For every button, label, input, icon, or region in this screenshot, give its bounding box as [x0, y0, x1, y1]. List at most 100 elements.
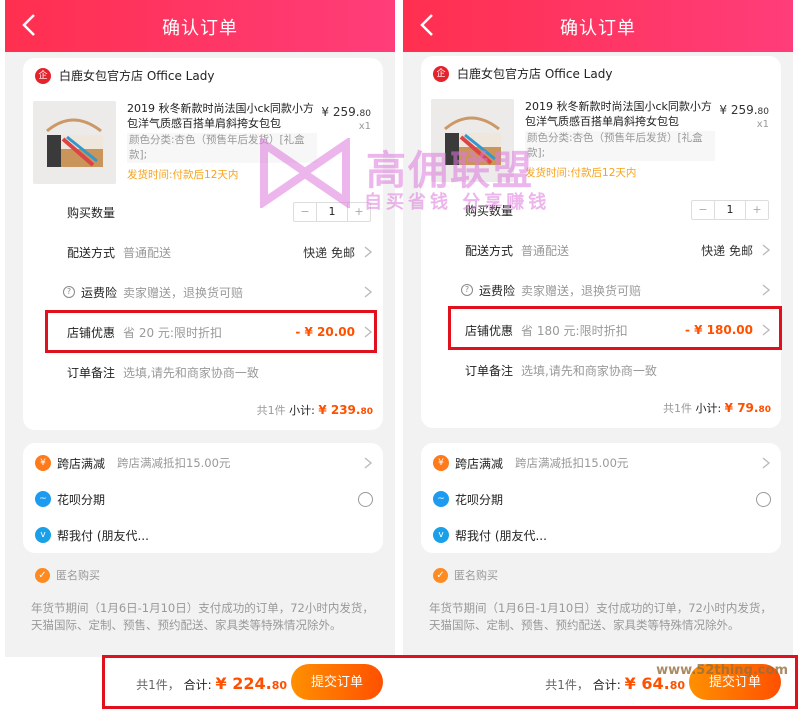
chevron-right-icon	[761, 283, 771, 297]
chevron-right-icon	[363, 456, 373, 470]
remark-input[interactable]: 选填,请先和商家协商一致	[123, 364, 259, 381]
total-count: 共1件，	[545, 678, 589, 692]
product-item[interactable]: 2019 秋冬新款时尚法国小ck同款小方包洋气质感百搭单肩斜挎女包包 颜色分类:…	[431, 99, 771, 182]
shipping-insurance-row[interactable]: ? 运费险 卖家赠送，退换货可赔	[23, 272, 383, 312]
huabei-row[interactable]: ~ 花呗分期	[23, 481, 383, 517]
tmall-shop-icon: 企	[433, 65, 449, 82]
huabei-radio[interactable]	[756, 491, 771, 507]
anonymous-purchase[interactable]: ✓ 匿名购买	[433, 567, 498, 583]
friend-pay-row[interactable]: v 帮我付 (朋友代...	[421, 517, 781, 553]
cross-store-label: 跨店满减	[455, 456, 504, 471]
remark-label: 订单备注	[465, 363, 514, 378]
total-amount: ¥ 224.80	[215, 674, 288, 693]
checkmark-icon[interactable]: ✓	[433, 567, 448, 583]
question-icon[interactable]: ?	[461, 284, 473, 296]
increase-button[interactable]: +	[348, 203, 370, 221]
quantity-label: 购买数量	[67, 205, 116, 220]
quantity-stepper[interactable]: − 1 +	[691, 200, 769, 220]
store-discount-amount: - ¥ 180.00	[685, 323, 753, 337]
total-label: 合计:	[183, 678, 212, 692]
huabei-label: 花呗分期	[57, 492, 106, 507]
cross-store-desc: 跨店满减抵扣15.00元	[117, 456, 231, 470]
delivery-label: 配送方式	[465, 243, 514, 258]
page-title: 确认订单	[560, 18, 636, 39]
product-image	[33, 101, 116, 184]
store-discount-amount: - ¥ 20.00	[295, 325, 355, 339]
quantity-value[interactable]: 1	[316, 203, 348, 221]
tmall-shop-icon: 企	[35, 67, 51, 84]
huabei-row[interactable]: ~ 花呗分期	[421, 481, 781, 517]
bottom-bar-right: 共1件， 合计: ¥ 64.80 提交订单	[403, 657, 793, 711]
subtotal: 共1件 小计: ¥ 79.80	[663, 400, 771, 416]
huabei-label: 花呗分期	[455, 492, 504, 507]
insurance-value: 卖家赠送，退换货可赔	[123, 285, 244, 300]
store-discount-row[interactable]: 店铺优惠 省 20 元:限时折扣 - ¥ 20.00	[23, 312, 383, 352]
store-discount-row[interactable]: 店铺优惠 省 180 元:限时折扣 - ¥ 180.00	[421, 310, 781, 350]
store-discount-label: 店铺优惠	[465, 323, 514, 338]
checkmark-icon[interactable]: ✓	[35, 567, 50, 583]
product-image	[431, 99, 514, 182]
huabei-icon: ~	[35, 491, 51, 507]
shop-header[interactable]: 企 白鹿女包官方店 Office Lady	[433, 65, 612, 82]
order-screen-left: 确认订单 企 白鹿女包官方店 Office Lady 2019 秋冬新款时尚法国…	[5, 0, 395, 711]
shipping-notice: 年货节期间（1月6日-1月10日）支付成功的订单，72小时内发货，天猫国际、定制…	[429, 601, 772, 632]
submit-order-button[interactable]: 提交订单	[291, 664, 383, 700]
cross-store-discount-row[interactable]: ¥ 跨店满减 跨店满减抵扣15.00元	[421, 445, 781, 481]
ship-time: 发货时间:付款后12天内	[525, 167, 637, 179]
payment-options-card: ¥ 跨店满减 跨店满减抵扣15.00元 ~ 花呗分期 v 帮我付 (朋友代...	[23, 443, 383, 553]
product-title: 2019 秋冬新款时尚法国小ck同款小方包洋气质感百搭单肩斜挎女包包	[127, 102, 314, 130]
cross-store-discount-row[interactable]: ¥ 跨店满减 跨店满减抵扣15.00元	[23, 445, 383, 481]
delivery-row[interactable]: 配送方式 普通配送 快递 免邮	[421, 230, 781, 270]
shop-name: 白鹿女包官方店 Office Lady	[59, 69, 215, 83]
header: 确认订单	[403, 0, 793, 52]
page-title: 确认订单	[162, 18, 238, 39]
decrease-button[interactable]: −	[294, 203, 316, 221]
insurance-label: 运费险	[479, 283, 516, 298]
friend-pay-row[interactable]: v 帮我付 (朋友代...	[23, 517, 383, 553]
product-qty: x1	[358, 121, 371, 132]
chevron-right-icon	[761, 323, 771, 337]
cross-store-desc: 跨店满减抵扣15.00元	[515, 456, 629, 470]
shop-order-card: 企 白鹿女包官方店 Office Lady 2019 秋冬新款时尚法国小ck同款…	[23, 58, 383, 430]
friend-pay-label: 帮我付 (朋友代...	[57, 528, 149, 543]
shipping-insurance-row[interactable]: ? 运费险 卖家赠送，退换货可赔	[421, 270, 781, 310]
order-screen-right: 确认订单 企 白鹿女包官方店 Office Lady 2019 秋冬新款时尚法国…	[403, 0, 793, 711]
total-count: 共1件，	[136, 678, 180, 692]
delivery-row[interactable]: 配送方式 普通配送 快递 免邮	[23, 232, 383, 272]
remark-row[interactable]: 订单备注 选填,请先和商家协商一致	[421, 350, 781, 390]
anonymous-label: 匿名购买	[454, 569, 498, 582]
submit-order-button[interactable]: 提交订单	[689, 664, 781, 700]
shop-order-card: 企 白鹿女包官方店 Office Lady 2019 秋冬新款时尚法国小ck同款…	[421, 56, 781, 428]
product-title: 2019 秋冬新款时尚法国小ck同款小方包洋气质感百搭单肩斜挎女包包	[525, 100, 712, 128]
product-item[interactable]: 2019 秋冬新款时尚法国小ck同款小方包洋气质感百搭单肩斜挎女包包 颜色分类:…	[33, 101, 373, 184]
subtotal-label: 小计:	[289, 404, 315, 417]
product-spec: 颜色分类:杏色（预售年后发货）[礼盒款];	[127, 133, 317, 163]
chevron-right-icon	[363, 285, 373, 299]
delivery-value: 普通配送	[123, 245, 172, 260]
subtotal-count: 共1件	[256, 404, 286, 417]
product-spec: 颜色分类:杏色（预售年后发货）[礼盒款];	[525, 131, 715, 161]
product-qty: x1	[756, 119, 769, 130]
remark-row[interactable]: 订单备注 选填,请先和商家协商一致	[23, 352, 383, 392]
quantity-value[interactable]: 1	[714, 201, 746, 219]
insurance-value: 卖家赠送，退换货可赔	[521, 283, 642, 298]
product-price: ¥ 259.80	[719, 103, 769, 117]
decrease-button[interactable]: −	[692, 201, 714, 219]
quantity-stepper[interactable]: − 1 +	[293, 202, 371, 222]
remark-input[interactable]: 选填,请先和商家协商一致	[521, 362, 657, 379]
order-total: 共1件， 合计: ¥ 64.80	[545, 674, 685, 693]
store-discount-label: 店铺优惠	[67, 325, 116, 340]
subtotal-count: 共1件	[662, 402, 692, 415]
quantity-row: 购买数量 − 1 +	[23, 192, 383, 232]
coupon-icon: ¥	[433, 455, 449, 471]
chevron-right-icon	[761, 456, 771, 470]
question-icon[interactable]: ?	[63, 286, 75, 298]
shop-header[interactable]: 企 白鹿女包官方店 Office Lady	[35, 67, 214, 84]
increase-button[interactable]: +	[746, 201, 768, 219]
quantity-label: 购买数量	[465, 203, 514, 218]
huabei-radio[interactable]	[358, 491, 373, 507]
anonymous-purchase[interactable]: ✓ 匿名购买	[35, 567, 100, 583]
coupon-icon: ¥	[35, 455, 51, 471]
delivery-option: 快递 免邮	[701, 243, 753, 258]
subtotal-amount: ¥ 239.80	[318, 403, 373, 417]
